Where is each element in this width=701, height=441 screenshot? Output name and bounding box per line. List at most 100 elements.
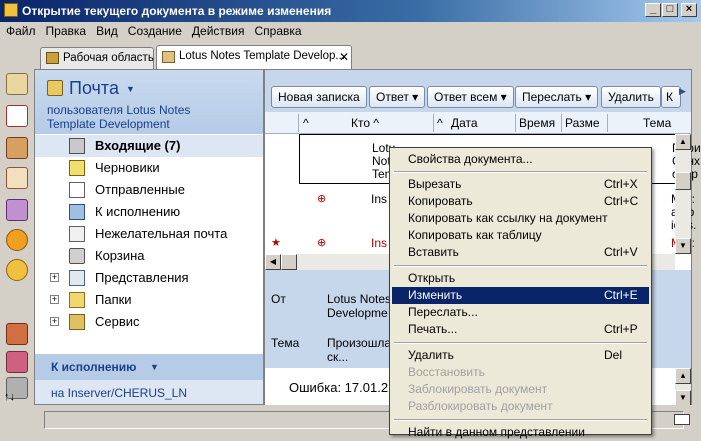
nav-item-drafts[interactable]: Черновики [35,157,263,179]
close-tab-icon[interactable]: ✕ [339,50,349,64]
menu-item-cut[interactable]: Вырезать Ctrl+X [392,176,649,193]
from-label: От [271,292,286,306]
favorites-bookmark-icon[interactable] [6,323,28,345]
menu-item-open[interactable]: Открыть [392,270,649,287]
menu-item-unlock-document: Разблокировать документ [408,399,553,413]
menu-item-copy-as-link[interactable]: Копировать как ссылку на документ [392,210,649,227]
subject-label: Тема [271,336,300,350]
nav-item-folders[interactable]: + Папки [35,289,263,311]
menu-file[interactable]: Файл [0,22,40,38]
expand-tools-icon[interactable]: + [50,317,59,326]
menu-actions[interactable]: Действия [186,22,249,38]
workspace-icon [46,52,59,64]
close-button[interactable]: × [681,3,697,17]
scroll-up-icon[interactable]: ▲ [675,134,691,150]
menu-item-paste[interactable]: Вставить Ctrl+V [392,244,649,261]
nav-item-followup[interactable]: К исполнению [35,201,263,223]
preview-vertical-scrollbar[interactable]: ▲ ▼ [675,368,691,406]
nav-item-tools[interactable]: + Сервис [35,311,263,333]
menu-item-forward[interactable]: Переслать... [392,304,649,321]
tools-icon [69,314,85,330]
mail-bookmark-icon[interactable] [6,73,28,95]
nav-header: Почта ▼ пользователя Lotus Notes Templat… [35,70,263,134]
menu-view[interactable]: Вид [90,22,122,38]
unread-star-icon: ★ [271,237,281,249]
menu-item-edit[interactable]: Изменить Ctrl+E [392,287,649,304]
sent-icon [69,182,85,198]
mail-icon [47,80,63,96]
column-subject[interactable]: Тема [643,116,671,130]
window-title: Открытие текущего документа в режиме изм… [22,4,332,18]
tab-workspace[interactable]: Рабочая область [40,47,154,69]
menu-help[interactable]: Справка [248,22,305,38]
nav-title-dropdown-icon[interactable]: ▼ [126,84,135,94]
nav-item-junk[interactable]: Нежелательная почта [35,223,263,245]
reply-button[interactable]: Ответ ▾ [369,86,426,108]
server-line: на Inserver/CHERUS_LN [35,380,263,404]
followup-section-header[interactable]: К исполнению ▼ [35,354,263,380]
menu-item-lock-document: Заблокировать документ [408,382,548,396]
preview-scroll-up-icon[interactable]: ▲ [675,368,691,384]
scroll-down-icon[interactable]: ▼ [675,238,691,254]
from-value-1: Lotus Notes [327,292,392,306]
menu-edit[interactable]: Правка [40,22,91,38]
sort-date-icon[interactable]: ^ [437,116,443,130]
nav-item-sent[interactable]: Отправленные [35,179,263,201]
context-menu: Свойства документа... Вырезать Ctrl+X Коп… [389,147,652,439]
minimize-button[interactable]: _ [645,3,661,17]
trash-icon [69,248,85,264]
bookmark-bar: ↑↓ [0,69,34,435]
reply-all-button[interactable]: Ответ всем ▾ [427,86,514,108]
scroll-thumb[interactable] [675,172,691,190]
sort-toggle-icon[interactable]: ^ [303,116,309,130]
subject-value-2: ск... [327,350,349,364]
nav-subtitle-1: пользователя Lotus Notes [47,103,191,117]
status-message-icon[interactable] [674,414,690,425]
expand-views-icon[interactable]: + [50,273,59,282]
folder-icon [69,292,85,308]
scroll-left-icon[interactable]: ◀ [265,254,281,270]
replication-bookmark-icon[interactable] [6,229,28,251]
followup-dropdown-icon[interactable]: ▼ [150,362,159,372]
preview-scroll-down-icon[interactable]: ▼ [675,390,691,406]
maximize-button[interactable]: □ [662,3,678,17]
menu-item-copy[interactable]: Копировать Ctrl+C [392,193,649,210]
column-who[interactable]: Кто ^ [351,116,379,130]
nav-title[interactable]: Почта [69,78,119,99]
nav-item-inbox[interactable]: Входящие (7) [35,135,263,157]
menu-bar: Файл Правка Вид Создание Действия Справка [0,22,701,41]
drafts-icon [69,160,85,176]
contacts-bookmark-icon[interactable] [6,137,28,159]
databases-bookmark-icon[interactable] [6,199,28,221]
menu-item-delete[interactable]: Удалить Del [392,347,649,364]
workspace-bookmark-icon[interactable] [6,351,28,373]
activities-bookmark-icon[interactable] [6,259,28,281]
tab-mail[interactable]: Lotus Notes Template Develop... ✕ [156,45,352,70]
hscroll-thumb[interactable] [281,254,297,270]
view-vertical-scrollbar[interactable]: ▲ ▼ [675,134,691,254]
attachment-icon: ⊕ [317,193,327,205]
calendar-bookmark-icon[interactable] [6,105,28,127]
expand-folders-icon[interactable]: + [50,295,59,304]
nav-item-views[interactable]: + Представления [35,267,263,289]
todo-bookmark-icon[interactable] [6,167,28,189]
subject-value-1: Произошла [327,336,392,350]
more-actions-button[interactable]: К [661,86,681,108]
menu-create[interactable]: Создание [122,22,186,38]
column-date[interactable]: Дата [451,116,478,130]
app-icon [4,3,18,17]
column-header-row: ^ Кто ^ ^ Дата Время Разме Тема [265,112,691,134]
scroll-arrows-icon[interactable]: ↑↓ [4,391,15,403]
column-size[interactable]: Разме [565,116,600,130]
menu-item-document-properties[interactable]: Свойства документа... [392,151,649,168]
column-time[interactable]: Время [519,116,555,130]
forward-button[interactable]: Переслать ▾ [515,86,599,108]
delete-button[interactable]: Удалить [601,86,661,108]
attachment-icon: ⊕ [317,237,327,249]
menu-item-print[interactable]: Печать... Ctrl+P [392,321,649,338]
scroll-right-icon[interactable]: ▶ [679,86,686,97]
menu-item-find-in-view[interactable]: Найти в данном представлении [392,424,649,441]
new-memo-button[interactable]: Новая записка [271,86,367,108]
menu-item-copy-as-table[interactable]: Копировать как таблицу [392,227,649,244]
nav-item-trash[interactable]: Корзина [35,245,263,267]
